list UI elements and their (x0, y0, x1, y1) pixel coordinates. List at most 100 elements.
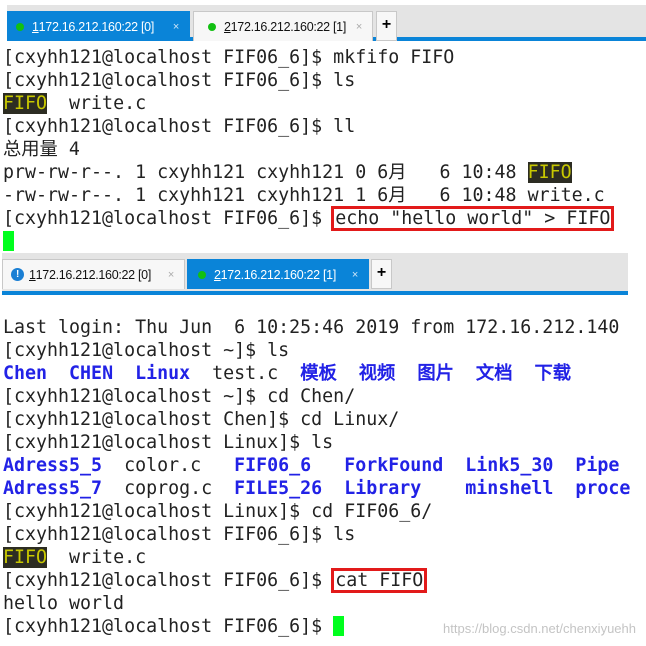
tab-session-1[interactable]: ! 1 172.16.212.160:22 [0] × (2, 259, 185, 289)
terminal-line: [cxyhh121@localhost FIF06_6]$ ls (3, 69, 612, 92)
connected-status-icon (208, 22, 216, 31)
terminal-text: 总用量 4 (3, 139, 80, 160)
directory-name: 图片 (417, 363, 454, 384)
terminal-text: coprog.c (102, 478, 235, 499)
directory-name: Linux (135, 363, 191, 384)
tab-number: 2 (214, 267, 221, 282)
terminal-line: prw-rw-r--. 1 cxyhh121 cxyhh121 0 6月 6 1… (3, 161, 612, 184)
terminal-text: write.c (47, 547, 147, 568)
terminal-line: [cxyhh121@localhost Chen]$ cd Linux/ (3, 408, 630, 431)
directory-name: Library (344, 478, 422, 499)
terminal-text: Last login: Thu Jun 6 10:25:46 2019 from… (3, 317, 620, 338)
terminal-text: prw-rw-r--. 1 cxyhh121 cxyhh121 0 6月 6 1… (3, 162, 528, 183)
terminal-text: [cxyhh121@localhost FIF06_6]$ ll (3, 116, 356, 137)
tab-session-2[interactable]: 2 172.16.212.160:22 [1] × (193, 11, 373, 41)
terminal-text: write.c (47, 93, 147, 114)
directory-name: CHEN (69, 363, 114, 384)
directory-name: Adress5_7 (3, 478, 103, 499)
terminal-line: [cxyhh121@localhost Linux]$ ls (3, 431, 630, 454)
terminal-line: [cxyhh121@localhost ~]$ ls (3, 339, 630, 362)
terminal-text: [cxyhh121@localhost FIF06_6]$ mkfifo FIF… (3, 47, 455, 68)
new-tab-button[interactable]: + (371, 259, 392, 289)
fifo-name: FIFO (3, 93, 48, 114)
terminal-text: [cxyhh121@localhost Linux]$ ls (3, 432, 334, 453)
directory-name: Chen (3, 363, 48, 384)
fifo-name: FIFO (3, 547, 48, 568)
highlighted-command: cat FIFO (331, 568, 428, 593)
directory-name: FILE5_26 (234, 478, 323, 499)
connected-status-icon (198, 270, 206, 279)
directory-name: 模板 (300, 363, 337, 384)
cursor (3, 231, 14, 251)
terminal-text: [cxyhh121@localhost FIF06_6]$ ls (3, 70, 356, 91)
terminal-line: [cxyhh121@localhost FIF06_6]$ echo "hell… (3, 206, 615, 231)
terminal-line: FIFO write.c (3, 92, 612, 115)
close-tab-icon[interactable]: × (173, 21, 179, 33)
terminal-line: -rw-rw-r--. 1 cxyhh121 cxyhh121 1 6月 6 1… (3, 184, 612, 207)
directory-name: proce (575, 478, 631, 499)
terminal-text: hello world (3, 593, 125, 614)
tab-session-2[interactable]: 2 172.16.212.160:22 [1] × (187, 259, 369, 289)
tab-number: 2 (224, 19, 231, 34)
warning-icon: ! (11, 268, 24, 281)
terminal-line: Adress5_7 coprog.c FILE5_26 Library mins… (3, 477, 630, 500)
directory-name: ForkFound (344, 455, 444, 476)
tab-label: 172.16.212.160:22 [1] (230, 19, 347, 34)
tab-number: 1 (32, 19, 39, 34)
close-tab-icon[interactable]: × (356, 21, 362, 33)
directory-name: Pipe (575, 455, 620, 476)
terminal-text: [cxyhh121@localhost Chen]$ cd Linux/ (3, 409, 400, 430)
directory-name: Link5_30 (465, 455, 554, 476)
tab-session-1[interactable]: 1 172.16.212.160:22 [0] × (7, 11, 190, 41)
terminal-output-2[interactable]: Last login: Thu Jun 6 10:25:46 2019 from… (3, 316, 630, 638)
tab-label: 172.16.212.160:22 [0] (38, 19, 155, 34)
directory-name: 文档 (475, 363, 513, 384)
terminal-text: color.c (102, 455, 235, 476)
directory-name: minshell (465, 478, 554, 499)
terminal-line: Adress5_5 color.c FIF06_6 ForkFound Link… (3, 454, 630, 477)
terminal-line: [cxyhh121@localhost FIF06_6]$ ls (3, 523, 630, 546)
terminal-text: test.c (190, 363, 301, 384)
terminal-text: -rw-rw-r--. 1 cxyhh121 cxyhh121 1 6月 6 1… (3, 185, 605, 206)
terminal-line: Last login: Thu Jun 6 10:25:46 2019 from… (3, 316, 630, 339)
terminal-text: [cxyhh121@localhost FIF06_6]$ ls (3, 524, 356, 545)
terminal-output-1[interactable]: [cxyhh121@localhost FIF06_6]$ mkfifo FIF… (3, 46, 615, 253)
terminal-line: 总用量 4 (3, 138, 612, 161)
terminal-line: Chen CHEN Linux test.c 模板 视频 图片 文档 下载 (3, 362, 630, 385)
tab-label: 172.16.212.160:22 [0] (35, 267, 152, 282)
terminal-line: hello world (3, 592, 630, 615)
terminal-line: [cxyhh121@localhost FIF06_6]$ cat FIFO (3, 568, 630, 593)
watermark: https://blog.csdn.net/chenxiyuehh (443, 621, 636, 636)
directory-name: 视频 (358, 363, 396, 384)
terminal-line: FIFO write.c (3, 546, 630, 569)
new-tab-button[interactable]: + (376, 11, 397, 41)
terminal-line: [cxyhh121@localhost ~]$ cd Chen/ (3, 385, 630, 408)
terminal-text: [cxyhh121@localhost Linux]$ cd FIF06_6/ (3, 501, 433, 522)
connected-status-icon (16, 22, 24, 31)
highlighted-command: echo "hello world" > FIFO (331, 206, 615, 231)
close-tab-icon[interactable]: × (352, 269, 358, 281)
tab-number: 1 (29, 267, 36, 282)
terminal-text: [cxyhh121@localhost ~]$ cd Chen/ (3, 386, 356, 407)
terminal-line: [cxyhh121@localhost Linux]$ cd FIF06_6/ (3, 500, 630, 523)
terminal-text: [cxyhh121@localhost FIF06_6]$ (3, 616, 334, 637)
directory-name: 下载 (534, 363, 572, 384)
fifo-name: FIFO (527, 162, 572, 183)
directory-name: FIF06_6 (234, 455, 312, 476)
directory-name: Adress5_5 (3, 455, 103, 476)
terminal-text: [cxyhh121@localhost FIF06_6]$ (3, 570, 334, 591)
close-tab-icon[interactable]: × (168, 269, 174, 281)
terminal-line: [cxyhh121@localhost FIF06_6]$ ll (3, 115, 612, 138)
